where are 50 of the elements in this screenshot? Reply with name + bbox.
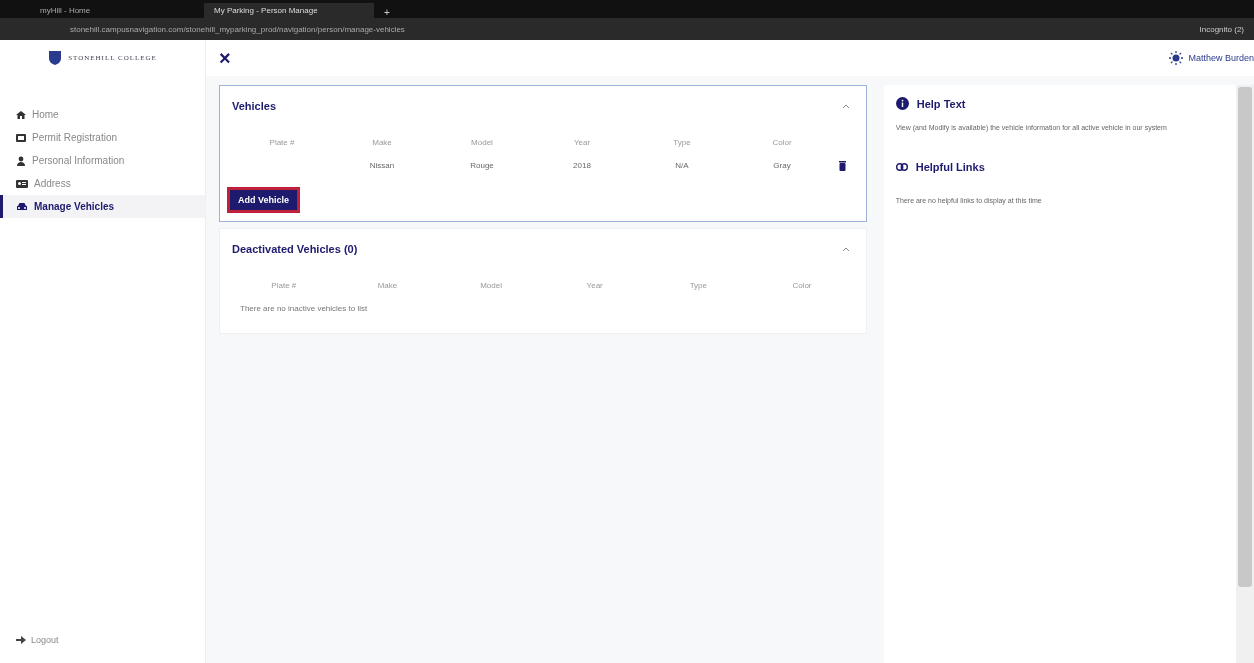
column-header: Plate # (270, 281, 298, 290)
column-header: Year (585, 281, 604, 290)
column-header: Color (771, 138, 793, 147)
house-icon (16, 109, 26, 120)
table-cell: Rouge (470, 161, 494, 170)
collapse-chevron-icon[interactable] (841, 246, 850, 252)
sidebar-item[interactable]: Home (0, 103, 205, 126)
column-header: Type (672, 138, 692, 147)
scrollbar-thumb[interactable] (1238, 87, 1252, 587)
links-title: Helpful Links (915, 161, 985, 173)
close-button[interactable]: × (219, 48, 231, 68)
sun-icon (1169, 51, 1184, 65)
sidebar-item[interactable]: Permit Registration (0, 126, 205, 149)
info-icon (895, 97, 909, 110)
sidebar-item[interactable]: Personal Information (0, 149, 205, 172)
car-icon (16, 201, 28, 212)
sign-out-icon (16, 635, 26, 645)
address-bar[interactable]: stonehill.campusnavigation.com/stonehill_myparking_prod/navigation/person/manage-vehicles (70, 24, 405, 34)
logout-link[interactable]: Logout (0, 635, 205, 645)
user-menu[interactable]: Matthew Burden (1169, 51, 1254, 65)
id-card-icon (16, 178, 28, 189)
add-vehicle-button[interactable]: Add Vehicle (227, 187, 301, 213)
card-title: Deactivated Vehicles (0) (232, 243, 358, 255)
table-cell: 2018 (573, 161, 591, 170)
column-header: Make (371, 138, 393, 147)
table-cell: Nissan (369, 161, 395, 170)
help-title: Help Text (916, 97, 966, 110)
browser-tab[interactable]: myHill - Home (30, 3, 200, 18)
shield-logo-icon (48, 50, 63, 66)
person-icon (16, 155, 26, 166)
sidebar-item[interactable]: Manage Vehicles (0, 195, 205, 218)
sidebar-item[interactable]: Address (0, 172, 205, 195)
column-header: Type (688, 281, 708, 290)
trash-icon[interactable] (839, 161, 847, 171)
column-header: Model (470, 138, 494, 147)
column-header: Make (376, 281, 399, 290)
column-header: Year (572, 138, 592, 147)
column-header: Model (479, 281, 503, 290)
table-cell: N/A (675, 161, 689, 170)
new-tab-button[interactable]: + (378, 7, 396, 18)
table-cell: Gray (773, 161, 791, 170)
browser-tab[interactable]: My Parking - Person Manage (204, 3, 374, 18)
link-icon (895, 163, 908, 171)
card-icon (16, 132, 26, 143)
card-title: Vehicles (232, 100, 277, 112)
column-header: Plate # (268, 138, 296, 147)
column-header: Color (791, 281, 813, 290)
profile-button[interactable]: Incognito (2) (1199, 24, 1244, 34)
empty-message: There are no inactive vehicles to list (240, 304, 369, 313)
collapse-chevron-icon[interactable] (841, 103, 850, 109)
